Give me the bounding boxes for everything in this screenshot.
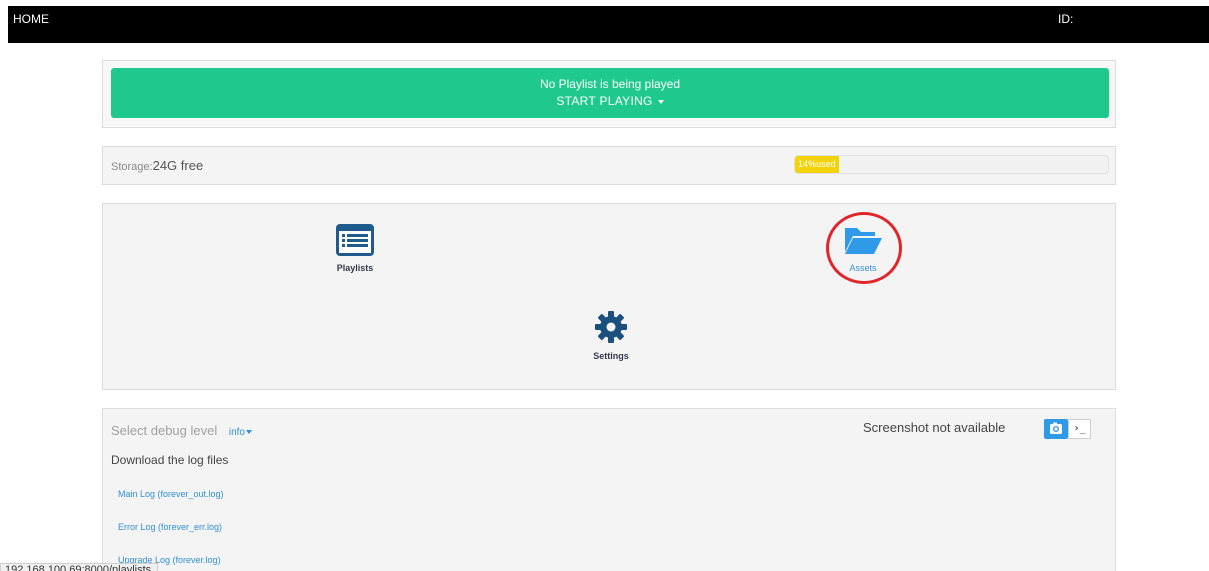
- player-panel: No Playlist is being played START PLAYIN…: [102, 60, 1116, 128]
- top-navbar: HOME ID:: [8, 6, 1209, 43]
- playlists-nav-item[interactable]: Playlists: [325, 224, 385, 273]
- screenshot-status: Screenshot not available: [863, 420, 1006, 435]
- browser-status-url: 192.168.100.69:8000/playlists: [0, 563, 159, 571]
- screenshot-button[interactable]: [1044, 419, 1068, 439]
- debug-level-dropdown[interactable]: info: [229, 427, 252, 438]
- camera-icon: [1050, 422, 1062, 434]
- storage-progress-bar: 14%used: [794, 155, 1109, 174]
- list-icon: [336, 224, 374, 256]
- storage-info: Storage:24G free: [111, 158, 203, 173]
- home-link[interactable]: HOME: [13, 12, 49, 26]
- caret-down-icon: [246, 430, 252, 435]
- download-logs-label: Download the log files: [111, 453, 229, 467]
- main-log-link[interactable]: Main Log (forever_out.log): [118, 489, 224, 499]
- playlists-label: Playlists: [336, 263, 374, 273]
- debug-panel: Select debug level info Download the log…: [102, 408, 1116, 571]
- debug-level-row: Select debug level info: [111, 423, 252, 438]
- device-id-label: ID:: [1058, 12, 1074, 26]
- settings-nav-item[interactable]: Settings: [581, 310, 641, 361]
- storage-free-value: 24G free: [152, 158, 204, 173]
- start-playing-label: START PLAYING: [111, 94, 1109, 108]
- terminal-icon: ›_: [1073, 423, 1086, 434]
- error-log-link[interactable]: Error Log (forever_err.log): [118, 522, 222, 532]
- debug-level-label: Select debug level: [111, 423, 218, 438]
- storage-panel: Storage:24G free 14%used: [102, 146, 1116, 185]
- start-playing-button[interactable]: No Playlist is being played START PLAYIN…: [111, 68, 1109, 118]
- gear-icon: [595, 311, 627, 343]
- terminal-button[interactable]: ›_: [1068, 419, 1091, 439]
- device-id-value: [1082, 9, 1209, 31]
- assets-nav-item[interactable]: Assets: [833, 224, 893, 273]
- main-menu-panel: Playlists Assets Settings: [102, 203, 1116, 390]
- settings-label: Settings: [593, 351, 629, 361]
- player-status-text: No Playlist is being played: [539, 77, 681, 91]
- storage-label: Storage:: [111, 161, 153, 173]
- caret-down-icon: [657, 99, 664, 104]
- assets-label: Assets: [849, 263, 877, 273]
- storage-progress-fill: 14%used: [795, 156, 839, 173]
- folder-open-icon: [845, 228, 882, 254]
